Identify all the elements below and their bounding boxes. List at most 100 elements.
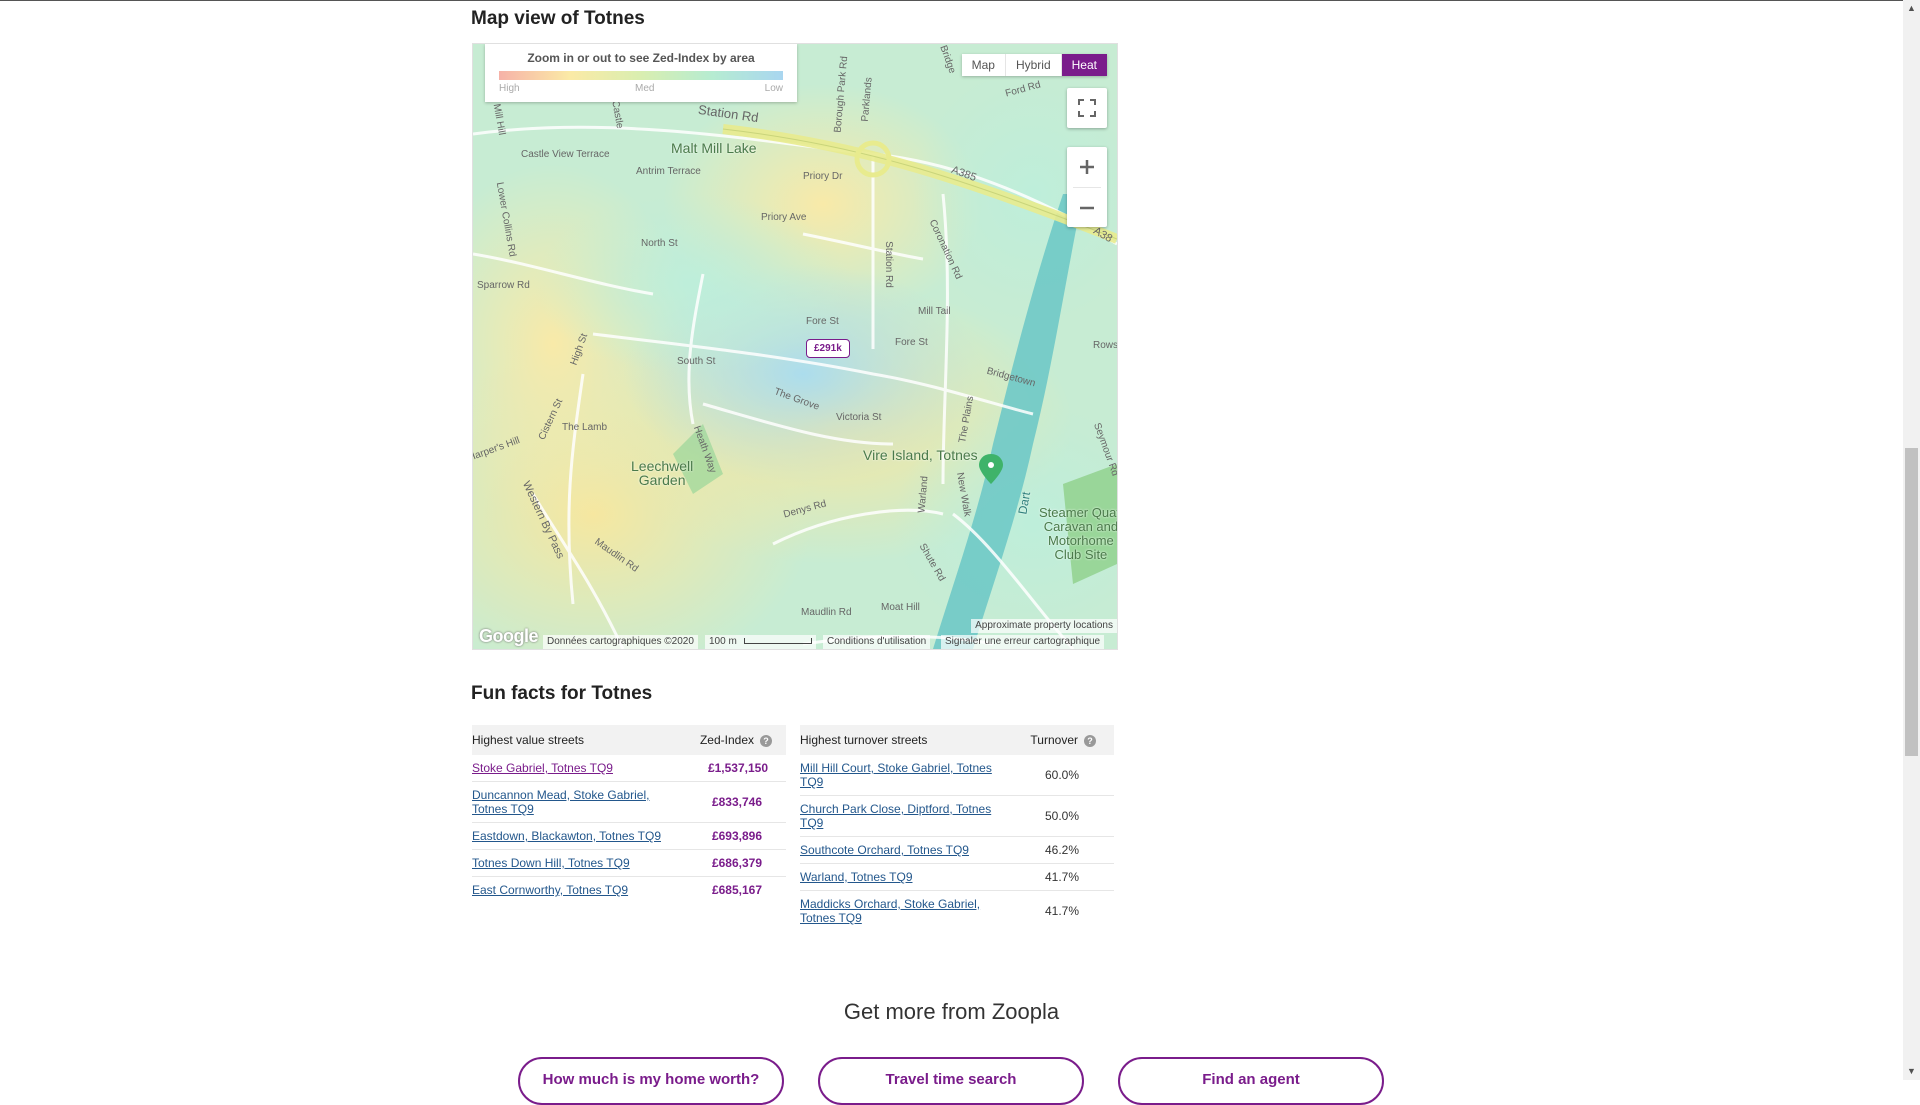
terms-link[interactable]: Conditions d'utilisation [823,635,931,649]
map-scale-label: 100 m [709,636,737,647]
table-row: Duncannon Mead, Stoke Gabriel, Totnes TQ… [472,781,786,823]
street-antrim: Antrim Terrace [636,166,701,177]
street-link[interactable]: Stoke Gabriel, Totnes TQ9 [472,761,613,775]
zoom-control [1067,147,1107,227]
scrollbar-thumb[interactable] [1905,448,1918,756]
table-row: East Cornworthy, Totnes TQ9 £685,167 [472,877,786,904]
map-scale-bar [743,638,812,645]
table-row: Mill Hill Court, Stoke Gabriel, Totnes T… [800,755,1114,796]
minus-icon [1080,206,1094,210]
top-border [0,0,1903,1]
heat-map[interactable]: Malt Mill Lake Leechwell Garden Vire Isl… [472,43,1118,650]
help-icon[interactable]: ? [760,734,772,747]
get-more-title: Get more from Zoopla [843,999,1060,1024]
help-icon[interactable]: ? [1084,734,1096,747]
place-steamer-quay: Steamer Quay Caravan and Motorhome Club … [1039,505,1118,562]
zed-index-label: Zed-Index [699,733,754,747]
street-link[interactable]: Warland, Totnes TQ9 [800,870,913,884]
map-type-hybrid-button[interactable]: Hybrid [1005,54,1062,76]
street-moat-hill: Moat Hill [881,602,920,613]
zoom-in-button[interactable] [1067,147,1107,187]
street-victoria-st: Victoria St [836,412,882,423]
approx-locations-note: Approximate property locations [971,619,1117,633]
street-north-st: North St [641,238,678,249]
legend-low: Low [764,83,783,94]
street-south-st: South St [677,356,716,367]
street-value: £686,379 [686,849,786,877]
table-header: Highest turnover streets Turnover? [800,725,1114,755]
street-turnover: 50.0% [1010,795,1114,837]
fullscreen-icon [1067,88,1107,128]
place-leechwell-garden: Leechwell Garden [631,458,694,488]
street-station-rd-2: Station Rd [882,241,894,288]
map-data-attribution: Données cartographiques ©2020 [543,635,698,649]
scroll-down-icon[interactable]: ▼ [1903,1063,1920,1080]
street-value: £693,896 [686,822,786,850]
turnover-label: Turnover [1030,733,1078,747]
street-fore-st-1: Fore St [806,316,839,327]
map-type-heat-button[interactable]: Heat [1061,54,1107,76]
street-fore-st-2: Fore St [895,337,928,348]
plus-icon [1080,160,1094,174]
street-turnover: 41.7% [1044,904,1080,918]
column-header: Turnover? [1010,725,1114,755]
street-turnover: 60.0% [1010,755,1114,796]
table-row: Maddicks Orchard, Stoke Gabriel, Totnes … [800,891,1114,932]
street-link[interactable]: Southcote Orchard, Totnes TQ9 [800,843,969,857]
street-priory-ave: Priory Ave [761,212,807,223]
table-row: Southcote Orchard, Totnes TQ9 46.2% [800,836,1114,864]
map-type-map-button[interactable]: Map [961,54,1006,76]
fullscreen-button[interactable] [1067,88,1107,128]
place-malt-mill-lake: Malt Mill Lake [671,140,757,156]
highest-value-table: Highest value streets Zed-Index? Stoke G… [472,725,786,903]
google-logo[interactable]: Google [479,626,539,647]
street-value: £685,167 [711,883,762,897]
map-tiles [473,44,1117,649]
street-link[interactable]: Totnes Down Hill, Totnes TQ9 [472,856,630,870]
street-priory-dr: Priory Dr [803,171,843,182]
table-row: Stoke Gabriel, Totnes TQ9 £1,537,150 [472,755,786,782]
column-header: Zed-Index? [686,725,786,755]
street-link[interactable]: Church Park Close, Diptford, Totnes TQ9 [800,802,991,830]
map-section-title: Map view of Totnes [471,8,645,29]
price-marker[interactable]: £291k [806,339,850,358]
street-link[interactable]: Mill Hill Court, Stoke Gabriel, Totnes T… [800,761,992,789]
table-row: Church Park Close, Diptford, Totnes TQ9 … [800,795,1114,837]
legend-high: High [499,83,520,94]
map-scale: 100 m [705,635,816,649]
home-worth-button[interactable]: How much is my home worth? [518,1057,784,1105]
travel-time-button[interactable]: Travel time search [818,1057,1084,1105]
street-turnover: 41.7% [1010,863,1114,891]
report-error-link[interactable]: Signaler une erreur cartographique [941,635,1105,649]
legend-gradient [499,71,783,80]
legend-title: Zoom in or out to see Zed-Index by area [527,51,755,65]
table-row: Eastdown, Blackawton, Totnes TQ9 £693,89… [472,822,786,850]
highest-turnover-table: Highest turnover streets Turnover? Mill … [800,725,1114,931]
table-header: Highest value streets Zed-Index? [472,725,786,755]
street-link[interactable]: Eastdown, Blackawton, Totnes TQ9 [472,829,661,843]
street-the-lamb: The Lamb [562,422,608,433]
street-link[interactable]: Duncannon Mead, Stoke Gabriel, Totnes TQ… [472,788,649,816]
place-vire-island: Vire Island, Totnes [863,447,978,463]
fun-facts-title: Fun facts for Totnes [471,683,653,704]
street-value: £833,746 [686,781,786,823]
street-rows: Rows [1093,340,1118,351]
page-scrollbar[interactable]: ▲ ▼ [1903,0,1920,1080]
street-value: £1,537,150 [686,755,786,782]
street-link[interactable]: East Cornworthy, Totnes TQ9 [472,883,628,897]
map-type-control: Map Hybrid Heat [961,54,1107,76]
legend-med: Med [635,83,655,94]
find-agent-button[interactable]: Find an agent [1118,1057,1384,1105]
column-header: Highest turnover streets [800,725,1010,755]
street-mill-tail: Mill Tail [918,306,951,317]
street-sparrow-rd: Sparrow Rd [477,280,530,291]
table-row: Totnes Down Hill, Totnes TQ9 £686,379 [472,849,786,877]
street-turnover: 46.2% [1010,836,1114,864]
zoom-out-button[interactable] [1067,188,1107,228]
street-link[interactable]: Maddicks Orchard, Stoke Gabriel, Totnes … [800,897,980,925]
street-maudlin-rd-2: Maudlin Rd [801,607,852,618]
table-row: Warland, Totnes TQ9 41.7% [800,863,1114,891]
column-header: Highest value streets [472,725,686,755]
heat-legend: Zoom in or out to see Zed-Index by area … [485,44,797,102]
scroll-up-icon[interactable]: ▲ [1903,0,1920,17]
